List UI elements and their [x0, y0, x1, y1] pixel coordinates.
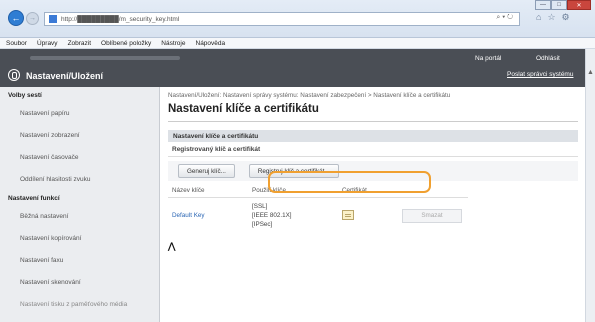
window-controls: — □ ✕ [535, 0, 591, 10]
page-favicon-icon [49, 15, 57, 23]
sidebar-item-copy[interactable]: Nastavení kopírování [0, 227, 159, 249]
browser-chrome: ← → http://█████████/m_security_key.html… [0, 0, 595, 38]
home-icon[interactable]: ⌂ [536, 12, 541, 23]
menu-help[interactable]: Nápověda [196, 40, 226, 47]
callout-highlight [268, 171, 431, 193]
subsection-title: Registrovaný klíč a certifikát [172, 146, 261, 153]
back-arrow-icon[interactable]: ← [8, 10, 24, 26]
generate-key-button[interactable]: Generuj klíč... [178, 164, 235, 178]
usage-ieee: [IEEE 802.1X] [252, 212, 292, 219]
logout-link[interactable]: Odhlásit [536, 55, 560, 62]
sidebar-item-timer[interactable]: Nastavení časovače [0, 146, 159, 168]
address-tools[interactable]: ⌕ ▾ ↻ [496, 14, 513, 22]
delete-button: Smazat [402, 208, 462, 223]
menu-tools[interactable]: Nástroje [161, 40, 185, 47]
mail-admin-link[interactable]: Poslat správci systému [507, 71, 573, 78]
device-name-blurred [30, 56, 180, 60]
certificate-icon[interactable] [342, 209, 354, 220]
key-name-link[interactable]: Default Key [172, 212, 205, 219]
sidebar-item-paper[interactable]: Nastavení papíru [0, 102, 159, 124]
menu-file[interactable]: Soubor [6, 40, 27, 47]
main-content: Nastavení/Uložení: Nastavení správy syst… [168, 92, 578, 322]
app-header: Nastavení/Uložení Na portál Odhlásit Pos… [0, 49, 585, 87]
favorites-star-icon[interactable]: ☆ [547, 12, 555, 23]
menu-favorites[interactable]: Oblíbené položky [101, 40, 151, 47]
sidebar-item-volume[interactable]: Oddílení hlasitosti zvuku [0, 168, 159, 190]
minimize-icon[interactable]: — [535, 0, 551, 10]
sidebar: Volby sestí Nastavení papíru Nastavení z… [0, 87, 160, 322]
address-url: http://█████████/m_security_key.html [61, 15, 180, 23]
page-scrollbar[interactable]: ▲ [585, 49, 595, 322]
menu-edit[interactable]: Úpravy [37, 40, 58, 47]
portal-link[interactable]: Na portál [475, 55, 501, 62]
sidebar-item-fax[interactable]: Nastavení faxu [0, 249, 159, 271]
address-bar[interactable]: http://█████████/m_security_key.html ⌕ ▾… [44, 12, 520, 26]
settings-gear-icon[interactable]: ⚙ [562, 12, 570, 23]
sidebar-item-common[interactable]: Běžná nastavení [0, 205, 159, 227]
forward-arrow-icon[interactable]: → [26, 12, 39, 25]
close-icon[interactable]: ✕ [567, 0, 591, 10]
browser-menubar: Soubor Úpravy Zobrazit Oblíbené položky … [0, 38, 595, 49]
usage-ipsec: [IPSec] [252, 221, 273, 228]
app-title: Nastavení/Uložení [26, 71, 104, 81]
table-row: Default Key [SSL] [IEEE 802.1X] [IPSec] … [168, 198, 468, 234]
settings-logo-icon [8, 69, 20, 81]
scroll-up-icon[interactable]: ▲ [587, 69, 594, 76]
text-cursor-icon: ⋀ [168, 241, 176, 251]
breadcrumb: Nastavení/Uložení: Nastavení správy syst… [168, 92, 451, 99]
browser-toolbar-icons: ⌂ ☆ ⚙ [536, 12, 570, 23]
sidebar-item-scan[interactable]: Nastavení skenování [0, 271, 159, 293]
section-header: Nastavení klíče a certifikátu [168, 130, 578, 142]
sidebar-item-display[interactable]: Nastavení zobrazení [0, 124, 159, 146]
maximize-icon[interactable]: □ [551, 0, 567, 10]
column-header-key-name: Název klíče [168, 184, 248, 198]
key-usage-list: [SSL] [IEEE 802.1X] [IPSec] [252, 202, 334, 229]
title-divider [168, 121, 578, 122]
subsection-divider [168, 156, 578, 157]
usage-ssl: [SSL] [252, 203, 268, 210]
sidebar-section-title: Nastavení funkcí [8, 195, 60, 202]
page-title: Nastavení klíče a certifikátu [168, 103, 319, 115]
sidebar-item-memory-print[interactable]: Nastavení tisku z paměťového média [0, 293, 159, 315]
sidebar-section-title: Volby sestí [8, 92, 42, 99]
menu-view[interactable]: Zobrazit [68, 40, 91, 47]
